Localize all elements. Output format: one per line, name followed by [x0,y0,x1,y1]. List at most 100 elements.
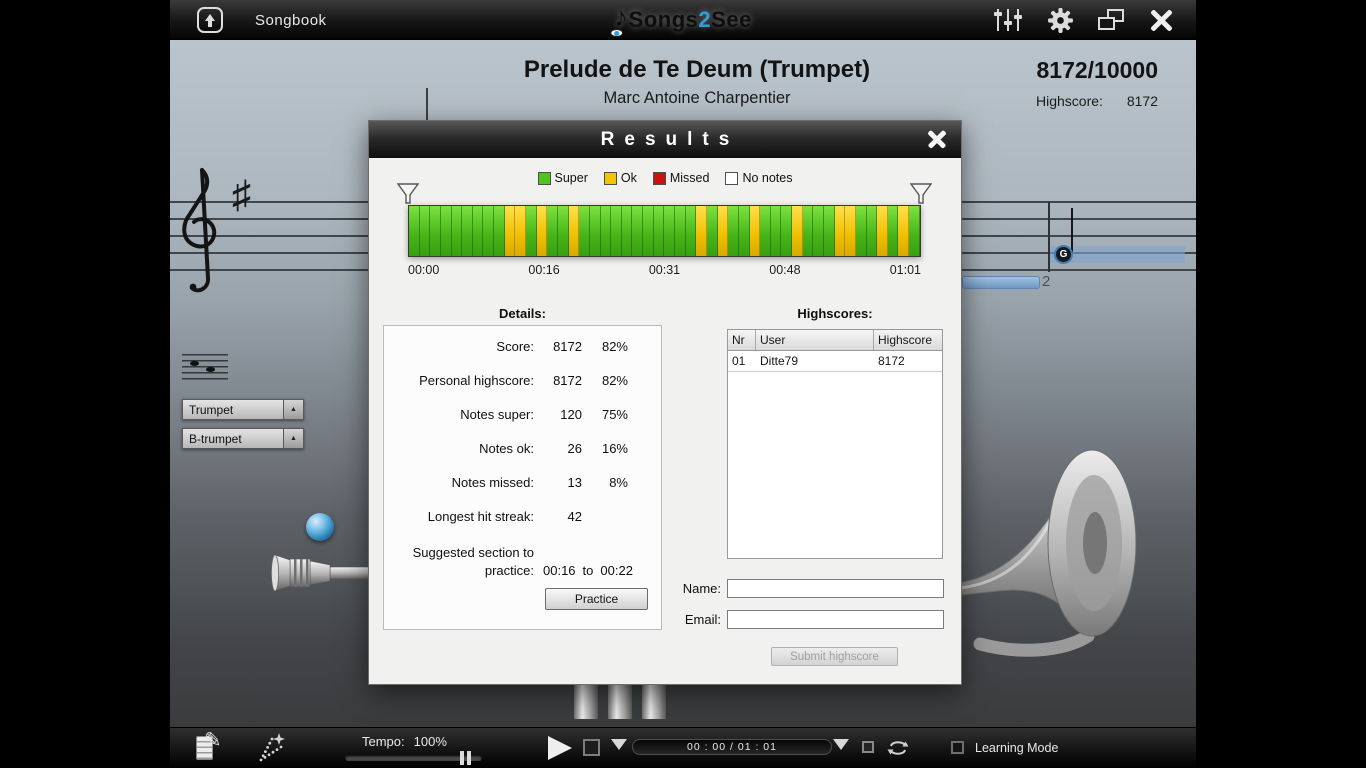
timeline-ticks: 00:00 00:16 00:31 00:48 01:01 [408,263,921,277]
performance-timeline[interactable] [408,205,921,257]
learning-mode-checkbox[interactable] [951,741,964,754]
timeline-segment [409,206,420,256]
legend-label: Super [554,171,588,185]
tuning-dropdown[interactable]: B-trumpet ▲ [182,428,304,449]
detail-value: 8172 [553,373,582,388]
range-handle-right[interactable] [910,183,932,205]
timeline-segment [632,206,644,256]
instrument-dropdown[interactable]: Trumpet ▲ [182,399,304,420]
trumpet-bell-image [952,449,1137,657]
progress-indicator [962,276,1040,289]
mixer-slider [1014,9,1022,31]
seek-bar[interactable]: 00 : 00 / 01 : 01 [632,739,832,755]
detail-value: 26 [567,441,582,456]
timeline-tick-label: 00:48 [769,263,801,277]
instrument-dropdown-arrow[interactable]: ▲ [283,400,303,419]
results-dialog-title: Results [600,128,740,150]
composer: Marc Antoine Charpentier [603,89,791,107]
timeline-segment [589,206,601,256]
mixer-icon[interactable] [993,8,1023,32]
loop-end-marker[interactable] [833,739,849,750]
detail-row: Notes super: 120 75% [384,407,661,441]
detail-value: 8172 [553,339,582,354]
range-handle-left[interactable] [397,183,419,205]
tempo-slider-handle[interactable] [460,751,471,765]
highscore-column-header[interactable]: User [756,330,874,350]
close-app-icon[interactable] [1149,8,1174,33]
timeline-segment [855,206,867,256]
legend-label: No notes [742,171,793,185]
highscore-row: 01 Ditte79 8172 [728,351,942,372]
timeline-segment [813,206,824,256]
timeline-segment [781,206,793,256]
highscore-column-header[interactable]: Highscore [874,330,942,350]
timeline-segment [802,206,814,256]
email-input[interactable] [727,610,944,629]
details-panel: Score: 8172 82% Personal highscore: 8172 82% N… [383,325,662,630]
detail-label: Score: [496,339,534,354]
restore-window-icon[interactable] [1098,8,1125,32]
sharp-icon: ♯ [232,174,251,216]
app-logo: ♪ Songs2See [610,0,752,40]
loop-start-marker[interactable] [611,739,627,750]
tempo-display: Tempo: 100% [362,734,447,749]
songbook-button[interactable]: Songbook [197,7,327,33]
mixer-slider [994,9,1002,31]
timeline-segment [579,206,590,256]
timeline-segment [887,206,899,256]
timeline-segment [696,206,707,256]
timeline-segment [728,206,739,256]
restore-front-rect [1098,16,1115,30]
gear-icon[interactable] [1047,7,1074,34]
detail-value: 42 [567,509,582,524]
timeline-segment [834,206,846,256]
timeline-segment [685,206,697,256]
highscore-column-header[interactable]: Nr [728,330,756,350]
suggested-section-values: 00:16 to 00:22 [534,563,633,579]
stop-button[interactable] [583,739,600,756]
tuning-dropdown-arrow[interactable]: ▲ [283,429,303,448]
detail-percent: 82% [601,373,628,388]
tempo-slider[interactable] [345,751,482,765]
note-stem [1071,208,1073,252]
results-dialog: Results Super Ok Missed No notes 00:00 00:16… [368,120,962,685]
stop-small-icon[interactable] [862,741,874,753]
play-button[interactable] [548,736,572,760]
highscore-label: Highscore: [1036,93,1103,109]
suggested-to: 00:22 [600,563,633,579]
timeline-tick-label: 00:00 [408,263,440,277]
detail-percent: 75% [601,407,628,422]
timeline-segment [770,206,782,256]
tuning-dropdown-value: B-trumpet [189,431,242,446]
timeline-segment [738,206,750,256]
legend-swatch-missed [652,171,666,185]
top-bar: Songbook ♪ Songs2See [170,0,1196,40]
name-input[interactable] [727,579,944,598]
timeline-segment [877,206,888,256]
timeline-segment [600,206,612,256]
detail-row: Score: 8172 82% [384,339,661,373]
loop-icon[interactable] [886,738,910,758]
eye-icon [610,29,624,37]
detail-row: Longest hit streak: 42 [384,509,661,543]
submit-highscore-button[interactable]: Submit highscore [771,647,898,666]
visual-metronome-icon[interactable] [254,733,288,765]
legend-swatch-ok [603,171,617,185]
detail-percent: 8% [609,475,628,490]
dialog-close-button[interactable] [927,129,947,149]
timeline-segment [547,206,558,256]
trumpet-valve-cap-image [306,513,334,541]
detail-label: Personal highscore: [419,373,534,388]
detail-percent: 16% [601,441,628,456]
timeline-segment [472,206,484,256]
timeline-segment [515,206,527,256]
timeline-segment [749,206,761,256]
timeline-segment [717,206,729,256]
timeline-segment [504,206,516,256]
practice-button[interactable]: Practice [545,588,648,611]
legend-swatch-super [537,171,551,185]
timeline-segment [909,206,920,256]
legend-label: Missed [669,171,710,185]
edit-notes-icon[interactable]: ✎ [194,729,230,764]
detail-value: 120 [560,407,582,422]
